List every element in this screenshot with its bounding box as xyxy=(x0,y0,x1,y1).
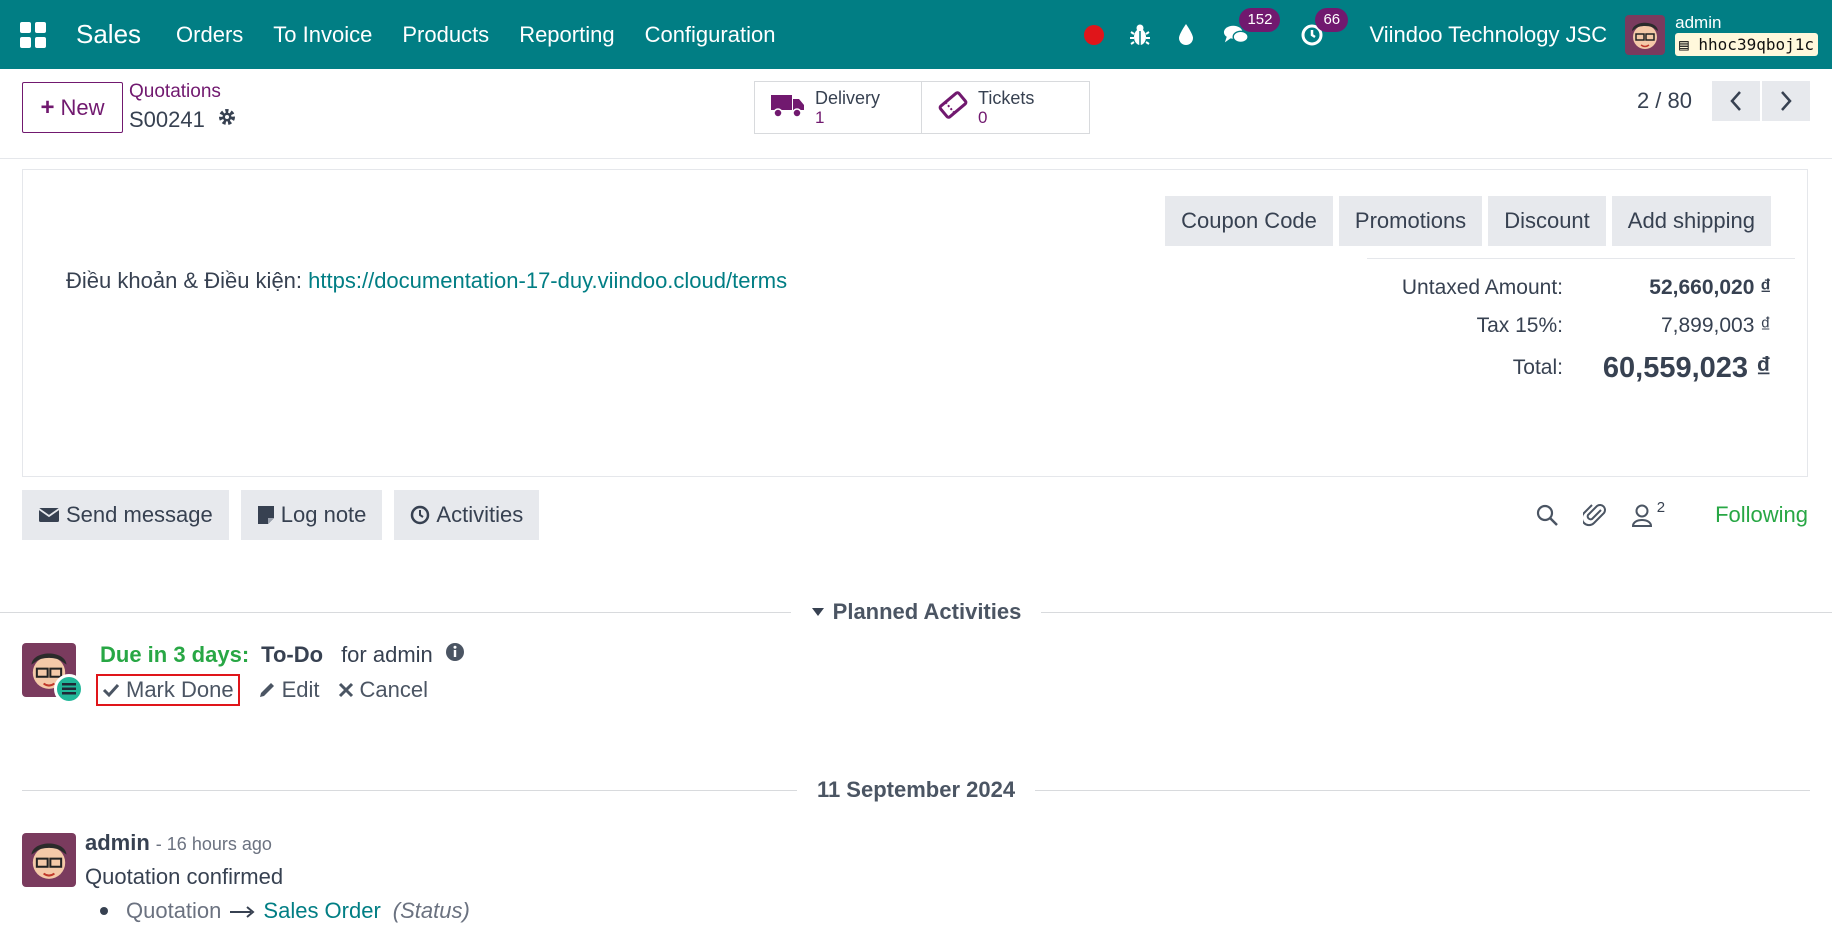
message-author[interactable]: admin xyxy=(85,830,150,856)
date-separator: 11 September 2024 xyxy=(0,775,1832,805)
breadcrumb-current: S00241 xyxy=(129,107,237,133)
cancel-activity-button[interactable]: Cancel xyxy=(338,677,428,703)
totals-summary: Untaxed Amount: 52,660,020 ₫ Tax 15%: 7,… xyxy=(1367,258,1795,391)
user-avatar[interactable] xyxy=(1625,14,1666,55)
messages-badge: 152 xyxy=(1239,7,1281,32)
note-icon xyxy=(257,506,274,524)
tracked-field: (Status) xyxy=(392,898,470,923)
activity-assignee: for admin xyxy=(341,642,433,667)
gear-icon[interactable] xyxy=(217,107,237,133)
menu-products[interactable]: Products xyxy=(402,22,489,48)
coupon-code-button[interactable]: Coupon Code xyxy=(1165,196,1333,246)
activities-clock-icon[interactable]: 66 xyxy=(1299,7,1349,48)
menu-reporting[interactable]: Reporting xyxy=(519,22,614,48)
top-navbar: Sales Orders To Invoice Products Reporti… xyxy=(0,0,1832,69)
user-name[interactable]: admin xyxy=(1675,13,1818,32)
company-switcher[interactable]: Viindoo Technology JSC xyxy=(1369,22,1607,48)
user-icon xyxy=(1631,504,1652,527)
following-button[interactable]: Following xyxy=(1715,502,1808,528)
info-icon[interactable] xyxy=(445,642,465,668)
old-value: Quotation xyxy=(126,898,222,923)
paperclip-icon[interactable] xyxy=(1582,502,1607,528)
send-message-button[interactable]: Send message xyxy=(22,490,229,540)
todo-list-icon xyxy=(54,674,84,704)
caret-down-icon xyxy=(811,608,824,616)
database-name: ▤ hhoc39qboj1c xyxy=(1675,32,1818,56)
apps-menu-icon[interactable] xyxy=(20,21,46,48)
check-icon xyxy=(102,683,120,698)
theme-drop-icon[interactable] xyxy=(1173,22,1199,48)
plus-icon: + xyxy=(40,93,55,121)
record-name: S00241 xyxy=(129,107,205,132)
pager-value[interactable]: 2 / 80 xyxy=(1637,88,1692,114)
form-sheet: Coupon Code Promotions Discount Add ship… xyxy=(22,169,1808,477)
app-name[interactable]: Sales xyxy=(76,19,141,50)
clock-icon xyxy=(411,505,430,525)
delivery-smart-button[interactable]: Delivery 1 xyxy=(754,81,922,134)
chevron-right-icon xyxy=(1781,91,1792,111)
activity-due: Due in 3 days: xyxy=(100,642,250,667)
edit-activity-button[interactable]: Edit xyxy=(258,677,320,703)
messages-icon[interactable]: 152 xyxy=(1223,7,1281,48)
breadcrumb-quotations[interactable]: Quotations xyxy=(129,81,221,103)
close-icon xyxy=(338,682,353,698)
message-date: - 16 hours ago xyxy=(155,834,272,854)
untaxed-label: Untaxed Amount: xyxy=(1401,276,1563,299)
record-icon[interactable] xyxy=(1081,22,1107,48)
promotions-button[interactable]: Promotions xyxy=(1338,196,1483,246)
total-label: Total: xyxy=(1512,356,1563,379)
pager-previous-button[interactable] xyxy=(1712,81,1760,121)
tax-label: Tax 15%: xyxy=(1476,314,1563,337)
envelope-icon xyxy=(38,508,60,522)
chatter-toolbar: Send message Log note Activities 2 Follo… xyxy=(22,490,1808,540)
arrow-right-icon xyxy=(229,898,255,924)
mark-done-button[interactable]: Mark Done xyxy=(96,674,240,706)
truck-icon xyxy=(771,92,805,123)
planned-activities-separator[interactable]: Planned Activities xyxy=(0,597,1832,627)
followers-button[interactable]: 2 xyxy=(1631,499,1665,527)
terms-link[interactable]: https://documentation-17-duy.viindoo.clo… xyxy=(308,268,787,293)
untaxed-value: 52,660,020 ₫ xyxy=(1649,276,1771,299)
bug-icon[interactable] xyxy=(1127,22,1153,48)
chatter-message: admin - 16 hours ago Quotation confirmed… xyxy=(22,830,1022,930)
terms-conditions: Điều khoản & Điều kiện: https://document… xyxy=(66,268,788,293)
tax-value: 7,899,003 ₫ xyxy=(1660,314,1771,337)
message-avatar[interactable] xyxy=(22,833,76,887)
pencil-icon xyxy=(259,683,274,697)
control-panel: + New Quotations S00241 Delivery 1 Ticke… xyxy=(0,69,1832,159)
activities-button[interactable]: Activities xyxy=(394,490,540,540)
new-value: Sales Order xyxy=(263,898,381,923)
menu-orders[interactable]: Orders xyxy=(176,22,243,48)
tickets-smart-button[interactable]: Tickets 0 xyxy=(922,81,1090,134)
add-shipping-button[interactable]: Add shipping xyxy=(1611,196,1771,246)
discount-button[interactable]: Discount xyxy=(1488,196,1606,246)
activity-type: To-Do xyxy=(261,642,324,667)
chevron-left-icon xyxy=(1730,91,1741,111)
search-icon[interactable] xyxy=(1535,503,1559,527)
log-note-button[interactable]: Log note xyxy=(240,490,383,540)
total-value: 60,559,023 ₫ xyxy=(1602,351,1771,384)
pager-next-button[interactable] xyxy=(1762,81,1810,121)
tracking-change: Quotation Sales Order (Status) xyxy=(100,898,470,924)
ticket-icon xyxy=(938,90,968,125)
activities-badge: 66 xyxy=(1315,7,1349,32)
new-button[interactable]: + New xyxy=(22,82,123,133)
menu-configuration[interactable]: Configuration xyxy=(645,22,776,48)
message-body: Quotation confirmed xyxy=(85,864,284,889)
menu-to-invoice[interactable]: To Invoice xyxy=(273,22,372,48)
activity-item: Due in 3 days: To-Do for admin Mark Done… xyxy=(22,640,822,710)
